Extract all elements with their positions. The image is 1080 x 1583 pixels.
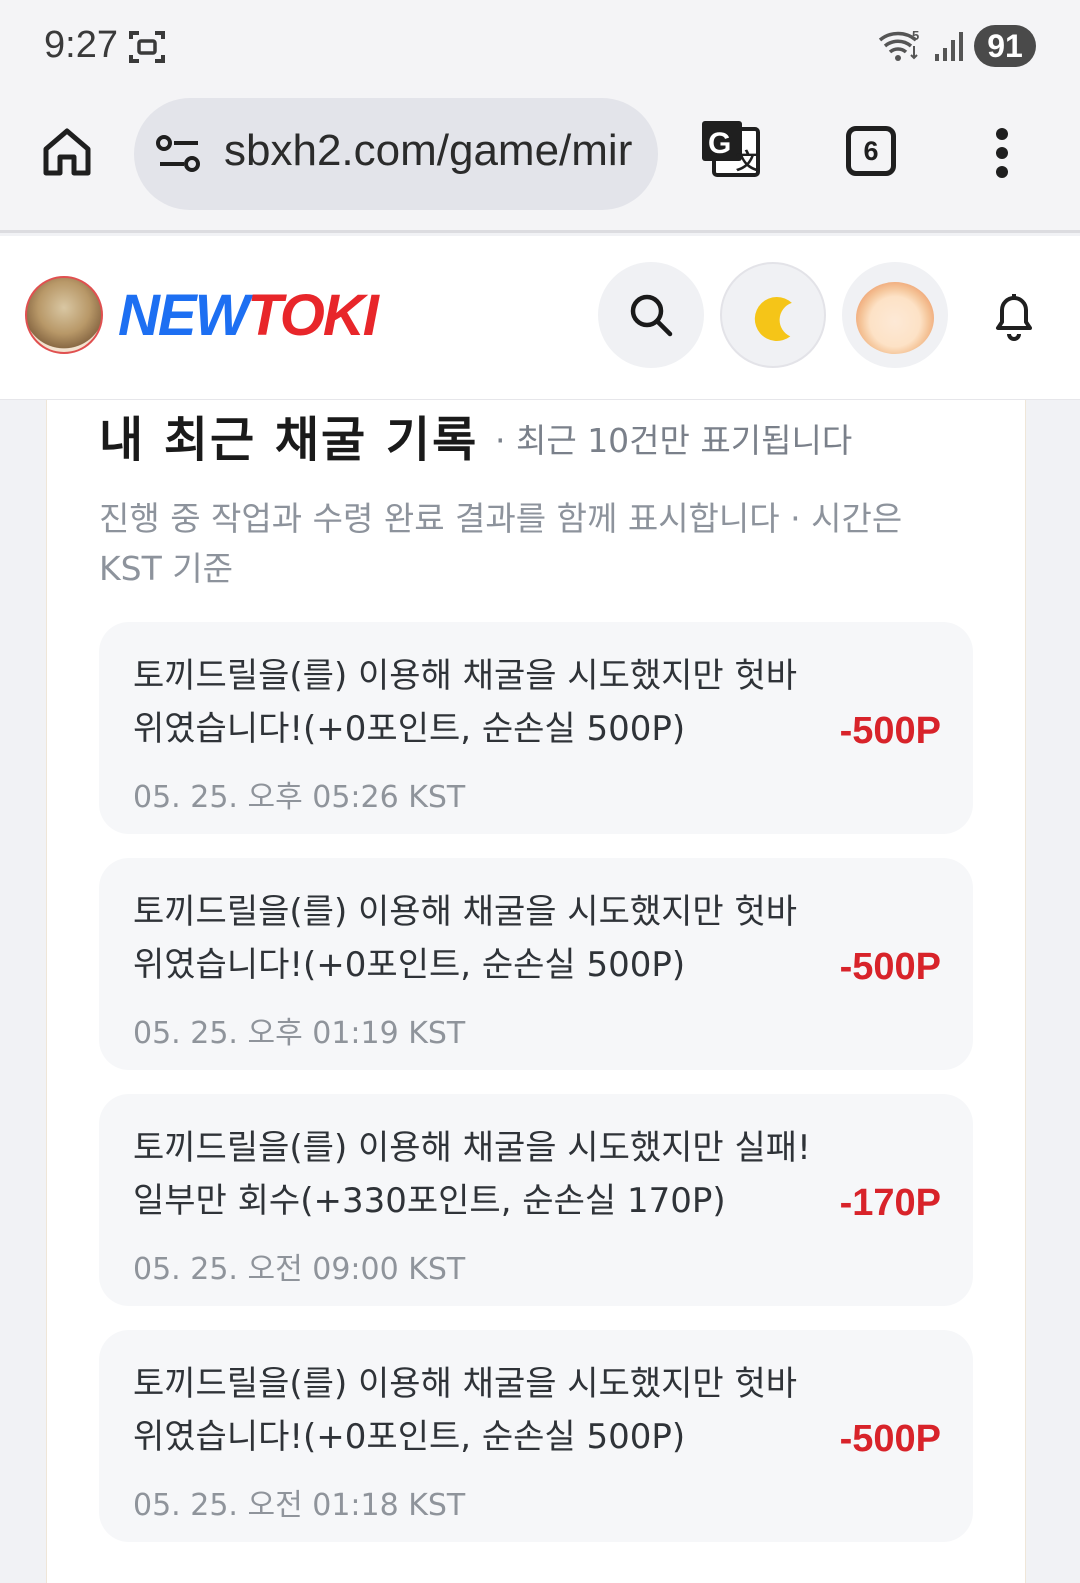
mining-record-item: 토끼드릴을(를) 이용해 채굴을 시도했지만 실패! 일부만 회수(+330포인…: [99, 1094, 973, 1306]
record-time: 05. 25. 오전 09:00 KST: [133, 1252, 466, 1287]
mining-record-item: 토끼드릴을(를) 이용해 채굴을 시도했지만 헛바위였습니다!(+0포인트, 순…: [99, 858, 973, 1070]
record-message: 토끼드릴을(를) 이용해 채굴을 시도했지만 헛바위였습니다!(+0포인트, 순…: [133, 656, 798, 749]
record-time: 05. 25. 오후 01:19 KST: [133, 1016, 466, 1051]
section-note: · 최근 10건만 표기됩니다: [495, 421, 853, 460]
wifi-icon: 5: [878, 28, 924, 68]
record-time: 05. 25. 오후 05:26 KST: [133, 780, 466, 815]
section-description: 진행 중 작업과 수령 완료 결과를 함께 표시합니다 · 시간은 KST 기준: [99, 499, 903, 588]
more-menu-icon[interactable]: [994, 127, 1010, 183]
translate-icon[interactable]: G文: [700, 119, 762, 185]
screenshot-icon: [128, 28, 166, 70]
record-time: 05. 25. 오전 01:18 KST: [133, 1488, 466, 1523]
status-time: 9:27: [44, 24, 118, 66]
record-amount: -500P: [839, 1418, 941, 1460]
profile-avatar-button[interactable]: [842, 262, 948, 368]
svg-text:G: G: [708, 127, 731, 160]
record-message: 토끼드릴을(를) 이용해 채굴을 시도했지만 헛바위였습니다!(+0포인트, 순…: [133, 1364, 798, 1457]
logo-text-toki: TOKI: [247, 283, 378, 348]
url-text[interactable]: sbxh2.com/game/mir: [224, 126, 632, 176]
dark-mode-toggle[interactable]: [720, 262, 826, 368]
search-icon: [630, 294, 673, 337]
address-bar[interactable]: sbxh2.com/game/mir: [134, 98, 658, 210]
mining-history-card: 내 최근 채굴 기록 · 최근 10건만 표기됩니다 진행 중 작업과 수령 완…: [46, 400, 1026, 1583]
site-logo-mascot[interactable]: [25, 276, 103, 354]
status-bar: 9:27 5 91: [0, 0, 1080, 95]
record-message: 토끼드릴을(를) 이용해 채굴을 시도했지만 헛바위였습니다!(+0포인트, 순…: [133, 892, 798, 985]
battery-indicator: 91: [974, 25, 1036, 67]
mining-record-item: 토끼드릴을(를) 이용해 채굴을 시도했지만 헛바위였습니다!(+0포인트, 순…: [99, 622, 973, 834]
record-amount: -500P: [839, 710, 941, 752]
tab-switcher-button[interactable]: 6: [846, 126, 896, 176]
record-amount: -170P: [839, 1182, 941, 1224]
site-header: NEWTOKI: [0, 236, 1080, 400]
search-button[interactable]: [598, 262, 704, 368]
record-amount: -500P: [839, 946, 941, 988]
signal-icon: [934, 30, 964, 66]
mining-record-item: 토끼드릴을(를) 이용해 채굴을 시도했지만 헛바위였습니다!(+0포인트, 순…: [99, 1330, 973, 1542]
site-settings-icon[interactable]: [156, 134, 202, 178]
logo-text-new: NEW: [118, 283, 249, 348]
moon-icon: [754, 297, 792, 341]
site-logo[interactable]: NEWTOKI: [118, 282, 379, 349]
notification-bell-icon[interactable]: [990, 290, 1038, 346]
svg-text:5: 5: [912, 28, 919, 43]
browser-toolbar: sbxh2.com/game/mir G文 6: [0, 95, 1080, 233]
avatar: [856, 282, 934, 354]
section-title: 내 최근 채굴 기록: [99, 412, 479, 468]
home-icon[interactable]: [40, 125, 94, 183]
svg-text:文: 文: [736, 149, 759, 174]
record-message: 토끼드릴을(를) 이용해 채굴을 시도했지만 실패! 일부만 회수(+330포인…: [133, 1128, 811, 1221]
